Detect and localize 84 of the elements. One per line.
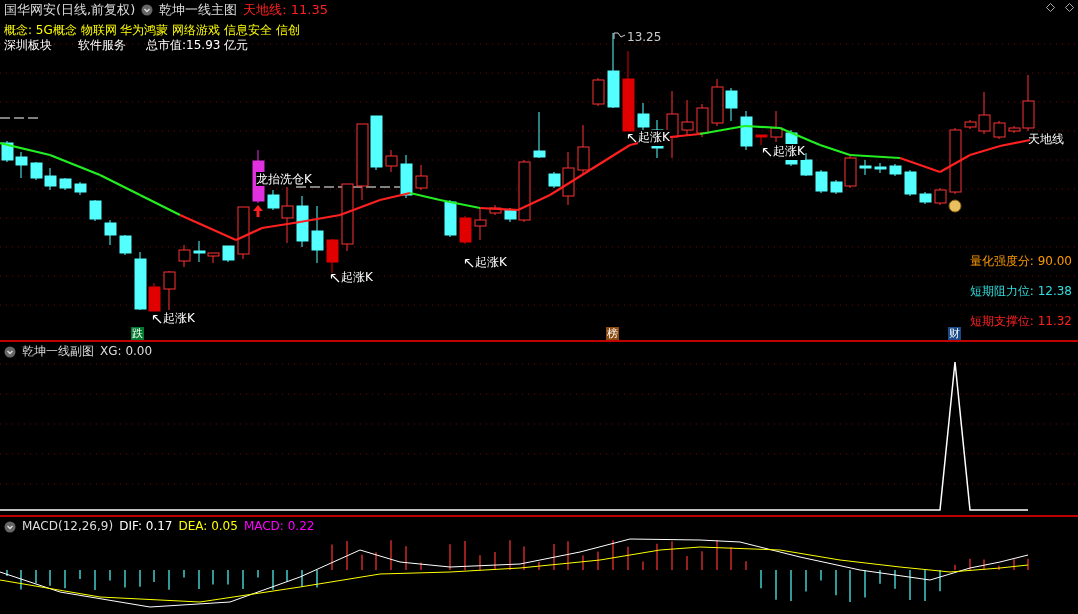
signal-label: 起涨K bbox=[341, 270, 373, 286]
candlestick bbox=[385, 149, 398, 173]
signal-label: 起涨K bbox=[163, 311, 195, 327]
candlestick bbox=[815, 169, 828, 194]
candlestick bbox=[711, 78, 724, 127]
candlestick bbox=[89, 199, 102, 222]
candlestick bbox=[296, 195, 309, 248]
indicator-name: MACD(12,26,9) bbox=[22, 519, 114, 535]
indicator-name: 乾坤一线主图 bbox=[159, 1, 238, 19]
sector-text: 深圳板块 bbox=[4, 37, 52, 54]
market-cap-text: 总市值:15.93 亿元 bbox=[146, 37, 249, 54]
candlestick bbox=[474, 207, 487, 241]
line-reading: 天地线: 11.35 bbox=[243, 1, 329, 19]
xg-reading: XG: 0.00 bbox=[100, 344, 153, 360]
diamond-icon[interactable] bbox=[1065, 3, 1074, 12]
candlestick bbox=[15, 151, 28, 179]
candlestick bbox=[740, 110, 753, 151]
industry-text: 软件服务 bbox=[78, 37, 126, 54]
candlestick bbox=[459, 215, 472, 245]
arrow-icon bbox=[330, 272, 340, 283]
candlestick bbox=[592, 77, 605, 107]
candlestick bbox=[74, 181, 87, 196]
arrow-icon bbox=[464, 257, 474, 268]
macd-reading: DEA: 0.05 bbox=[178, 519, 238, 535]
dropdown-icon[interactable] bbox=[4, 346, 16, 358]
macd-reading: MACD: 0.22 bbox=[243, 519, 315, 535]
candlestick bbox=[770, 110, 783, 143]
candlestick bbox=[859, 159, 872, 176]
candlestick bbox=[59, 177, 72, 191]
candlestick bbox=[489, 204, 502, 216]
stat-reading: 短期支撑位: 11.32 bbox=[969, 313, 1072, 330]
candlestick bbox=[919, 191, 932, 205]
coin-icon bbox=[948, 199, 962, 213]
arrow-icon bbox=[152, 313, 162, 324]
candlestick bbox=[400, 154, 413, 199]
candlestick bbox=[577, 124, 590, 176]
candlestick bbox=[934, 187, 947, 206]
stock-title: 国华网安(日线,前复权) bbox=[4, 1, 136, 19]
pattern-label: 龙抬洗仓K bbox=[256, 172, 312, 187]
candlestick bbox=[30, 161, 43, 181]
dropdown-icon[interactable] bbox=[4, 521, 16, 533]
event-marker[interactable]: 榜 bbox=[606, 327, 619, 340]
candlestick bbox=[370, 115, 383, 171]
candlestick bbox=[326, 238, 339, 274]
candlestick bbox=[444, 199, 457, 238]
event-marker[interactable]: 跌 bbox=[131, 327, 144, 340]
up-arrow-icon bbox=[253, 205, 263, 217]
candlestick bbox=[681, 99, 694, 136]
candlestick bbox=[237, 206, 250, 260]
candlestick bbox=[1, 140, 14, 163]
indicator-name: 乾坤一线副图 bbox=[22, 344, 94, 360]
candlestick bbox=[696, 103, 709, 138]
candlestick bbox=[341, 183, 354, 252]
candlestick bbox=[889, 163, 902, 177]
concepts-text: 概念: 5G概念 物联网 华为鸿蒙 网络游戏 信息安全 信创 bbox=[4, 22, 300, 39]
arrow-icon bbox=[627, 132, 637, 143]
dropdown-icon[interactable] bbox=[141, 4, 154, 16]
candlestick bbox=[178, 244, 191, 268]
signal-label: 起涨K bbox=[773, 144, 805, 160]
candlestick bbox=[44, 167, 57, 191]
candlestick bbox=[993, 120, 1006, 140]
signal-label: 起涨K bbox=[638, 130, 670, 146]
diamond-icon[interactable] bbox=[1046, 3, 1055, 12]
candlestick bbox=[163, 270, 176, 311]
candlestick bbox=[415, 164, 428, 191]
candlestick bbox=[119, 234, 132, 256]
candlestick bbox=[755, 134, 768, 146]
high-price-label: 13.25 bbox=[627, 30, 662, 45]
signal-label: 起涨K bbox=[475, 255, 507, 271]
stat-reading: 短期阻力位: 12.38 bbox=[969, 283, 1072, 300]
candlestick bbox=[874, 162, 887, 174]
candlestick bbox=[311, 205, 324, 264]
stat-reading: 量化强度分: 90.00 bbox=[969, 253, 1072, 270]
candlestick bbox=[533, 111, 546, 159]
arrow-icon bbox=[762, 146, 772, 157]
macd-reading: DIF: 0.17 bbox=[119, 519, 173, 535]
candlestick bbox=[725, 87, 738, 122]
line-name-label: 天地线 bbox=[1028, 132, 1064, 147]
candlestick bbox=[104, 219, 117, 246]
candlestick bbox=[949, 127, 962, 195]
peak-flag-icon bbox=[613, 32, 626, 40]
event-marker[interactable]: 财 bbox=[948, 327, 961, 340]
candlestick bbox=[904, 169, 917, 197]
candlestick bbox=[222, 245, 235, 263]
